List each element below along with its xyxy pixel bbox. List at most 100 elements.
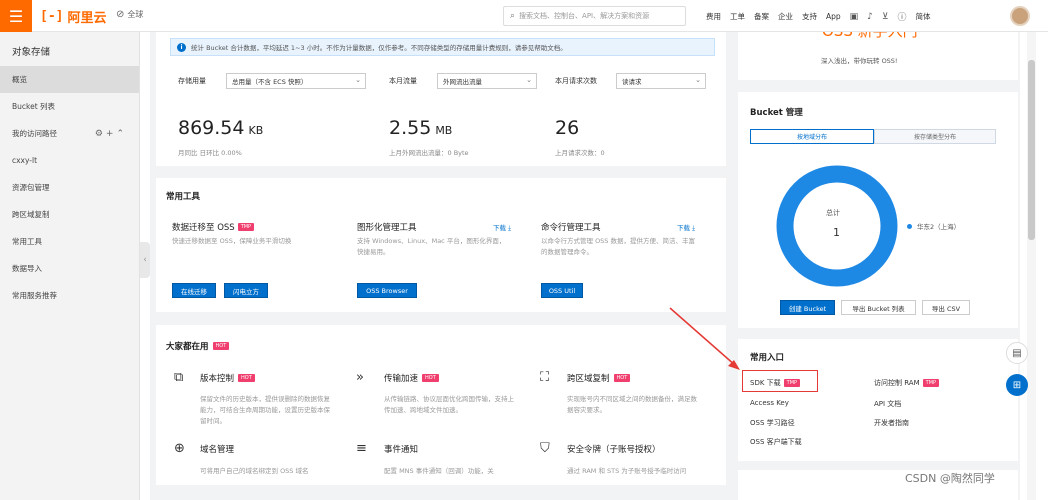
lightning-cube-button[interactable]: 闪电立方 [224,283,268,298]
path-ops-icons[interactable]: ⚙+⌃ [95,129,127,139]
nav-enterprise[interactable]: 企业 [778,11,793,22]
lang-switch[interactable]: 简体 [916,11,931,22]
feature-name: 事件通知 [384,445,419,455]
logo[interactable]: [-] 阿里云 [40,7,107,26]
watermark: CSDN @陶然同学 [905,472,995,485]
sidebar-item-cxxy-lt[interactable]: cxxy-lt [0,147,139,174]
bell-icon[interactable]: ♪ [867,12,873,22]
feature-event[interactable]: 事件通知 [384,443,418,455]
sidebar-item-overview[interactable]: 概览 [0,66,139,93]
chat-icon[interactable]: ▤ [1006,342,1028,364]
entry-label: API 文档 [874,400,902,408]
hot-badge: HOT [422,374,439,382]
entry-ram[interactable]: 访问控制 RAM TMP [874,378,940,388]
popular-title: 大家都在用 HOT [166,340,230,352]
storage-select-value: 总用量（不含 ECS 快照） [232,78,308,86]
tool-name-text: 图形化管理工具 [357,223,417,233]
nav-fee[interactable]: 费用 [706,11,721,22]
feature-domain-desc: 可将用户自己的域名绑定到 OSS 域名 [200,467,309,475]
sidebar-item-label: Bucket 列表 [12,102,56,111]
logo-text: 阿里云 [67,11,107,26]
traffic-unit: MB [435,124,453,137]
sidebar-collapse-handle[interactable]: ‹ [140,242,150,278]
sidebar-item-services[interactable]: 常用服务推荐 [0,282,139,309]
tab-by-storage-type[interactable]: 按存储类型分布 [874,129,996,144]
entry-client-download[interactable]: OSS 客户端下载 [750,437,802,447]
scrollbar-thumb[interactable] [1028,60,1035,240]
entries-title: 常用入口 [750,353,785,363]
region-selector[interactable]: ⊘ 全球 [116,9,143,20]
apps-icon[interactable]: ⊞ [1006,374,1028,396]
event-icon: ≡ [356,441,367,456]
tools-title: 常用工具 [166,192,201,202]
sidebar-item-label: cxxy-lt [12,156,38,165]
avatar[interactable] [1010,6,1030,26]
entry-label: OSS 学习路径 [750,419,795,427]
nav-app[interactable]: App [826,12,841,21]
feature-accel-desc: 从传输链路、协议层面优化跨国传输，支持上传加速、跨地域文件加速。 [384,395,514,414]
hamburger-icon[interactable]: ☰ [0,0,32,32]
sidebar-item-tools[interactable]: 常用工具 [0,228,139,255]
tool-migration-name[interactable]: 数据迁移至 OSS TMP [172,221,255,233]
tool-browser-desc: 支持 Windows、Linux、Mac 平台，图形化界面，快捷易用。 [357,237,506,256]
help-icon[interactable]: ⓘ [898,10,907,23]
sidebar: 对象存储 概览 Bucket 列表 我的访问路径 ⚙+⌃ cxxy-lt 资源包管… [0,32,140,500]
traffic-select[interactable]: 外网流出流量 ⌄ [437,73,537,89]
tool-cli-desc: 以命令行方式管理 OSS 数据，提供方便、简洁、丰富的数据管理命令。 [541,237,696,256]
oss-util-button[interactable]: OSS Util [541,283,583,298]
nav-support[interactable]: 支持 [802,11,817,22]
tool-name-text: 命令行管理工具 [541,223,601,233]
feature-replication-desc: 实现账号内不同区域之间的数据备份，满足数据容灾要求。 [567,395,697,414]
donut-center-value: 1 [833,226,840,239]
donut-legend: 华东2（上海） [907,221,960,231]
hot-badge: HOT [238,374,255,382]
feature-sts[interactable]: 安全令牌（子账号授权） [567,443,661,455]
export-bucket-list-button[interactable]: 导出 Bucket 列表 [841,300,916,315]
donut-center-label: 总计 [826,209,840,217]
nav-icp[interactable]: 备案 [754,11,769,22]
feature-version-desc: 保留文件的历史版本，提供误删除的数据恢复能力，可结合生命周期功能，设置历史版本保… [200,395,330,425]
create-bucket-button[interactable]: 创建 Bucket [780,300,835,315]
requests-sub: 上月请求次数：0 [555,149,605,157]
nav-ticket[interactable]: 工单 [730,11,745,22]
online-migration-button[interactable]: 在线迁移 [172,283,216,298]
sidebar-item-resource-pack[interactable]: 资源包管理 [0,174,139,201]
chevron-down-icon: ⌄ [526,76,532,84]
replication-icon: ⛶ [540,370,550,385]
entry-dev-guide[interactable]: 开发者指南 [874,418,909,428]
sidebar-title: 对象存储 [12,47,51,58]
tool-migration-desc: 快速迁移数据至 OSS，保障业务平滑切换 [172,237,292,245]
feature-replication[interactable]: 跨区域复制 HOT [567,372,631,384]
entry-api-docs[interactable]: API 文档 [874,399,901,409]
browser-download-link[interactable]: 下载 ⤓ [493,222,511,233]
sidebar-item-replication[interactable]: 跨区域复制 [0,201,139,228]
oss-browser-button[interactable]: OSS Browser [357,283,417,298]
hot-badge: HOT [613,374,631,382]
feature-version-control[interactable]: 版本控制 HOT [200,372,255,384]
requests-label: 本月请求次数 [555,77,597,85]
feature-transfer-accel[interactable]: 传输加速 HOT [384,372,439,384]
info-icon: i [177,42,186,52]
requests-select[interactable]: 读请求 ⌄ [616,73,706,89]
export-csv-button[interactable]: 导出 CSV [922,300,970,315]
tool-browser-name[interactable]: 图形化管理工具 [357,221,417,233]
screen-icon[interactable]: ▣ [850,12,859,22]
bucket-mgmt-title: Bucket 管理 [750,108,803,118]
tool-cli-name[interactable]: 命令行管理工具 [541,221,601,233]
sidebar-item-import[interactable]: 数据导入 [0,255,139,282]
storage-value: 869.54 KB [178,117,263,139]
entry-access-key[interactable]: Access Key [750,399,789,407]
cli-download-link[interactable]: 下载 ⤓ [677,222,695,233]
sidebar-item-bucket-list[interactable]: Bucket 列表 [0,93,139,120]
hot-badge: HOT [212,342,230,350]
tab-by-region[interactable]: 按地域分布 [750,129,874,144]
sidebar-item-my-paths[interactable]: 我的访问路径 ⚙+⌃ [0,120,139,147]
search-input[interactable]: ⌕ 搜索文档、控制台、API、解决方案和资源 [503,6,686,26]
feature-domain[interactable]: 域名管理 [200,443,234,455]
entry-learning-path[interactable]: OSS 学习路径 [750,418,795,428]
traffic-value: 2.55 MB [389,117,452,139]
storage-select[interactable]: 总用量（不含 ECS 快照） ⌄ [226,73,366,89]
cart-icon[interactable]: ⊻ [882,12,889,22]
entry-label: 开发者指南 [874,419,909,427]
highlight-box [742,370,818,392]
